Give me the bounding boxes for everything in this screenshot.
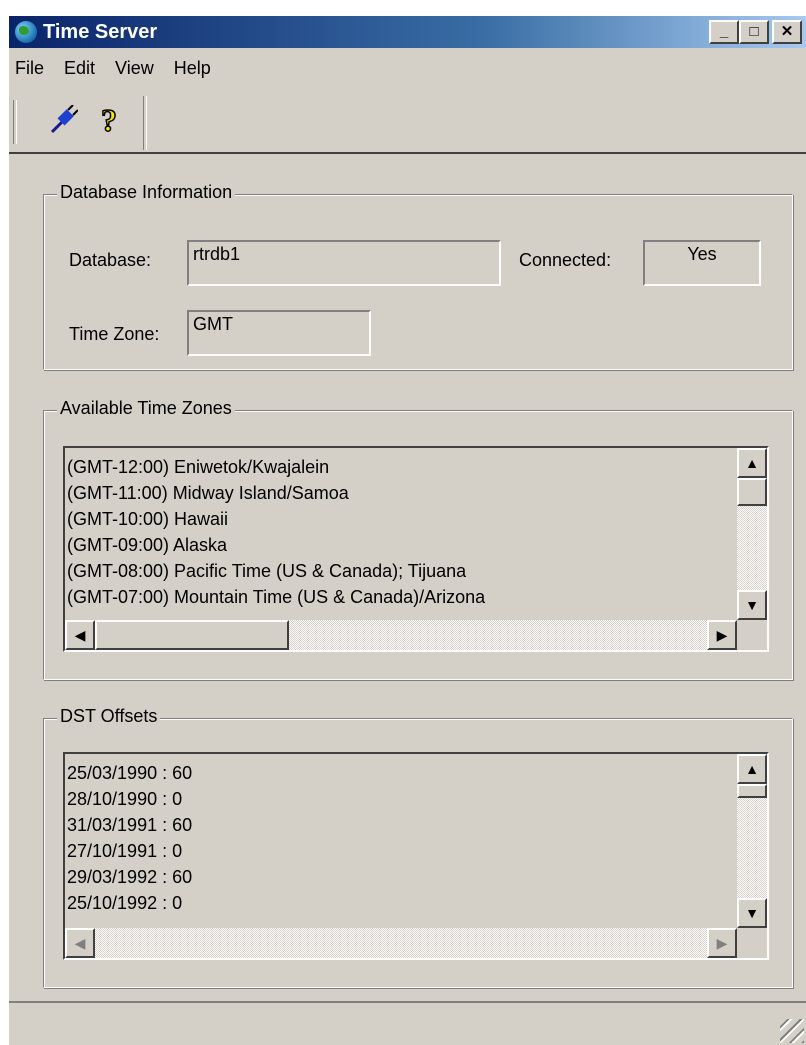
- list-item[interactable]: 27/10/1991 : 0: [67, 838, 192, 864]
- list-item[interactable]: 25/03/1990 : 60: [67, 760, 192, 786]
- scroll-thumb[interactable]: [737, 478, 767, 506]
- scroll-down-button[interactable]: ▼: [737, 590, 767, 620]
- list-item[interactable]: 28/10/1990 : 0: [67, 786, 192, 812]
- client-area: Database Information Database: rtrdb1 Co…: [9, 156, 806, 1045]
- dst-offsets-rows: 25/03/1990 : 60 28/10/1990 : 0 31/03/199…: [67, 760, 192, 916]
- dst-offsets-list[interactable]: 25/03/1990 : 60 28/10/1990 : 0 31/03/199…: [63, 752, 769, 960]
- menu-edit[interactable]: Edit: [58, 58, 103, 79]
- database-label: Database:: [69, 250, 152, 270]
- help-question-icon[interactable]: ?: [89, 100, 129, 140]
- list-item[interactable]: (GMT-12:00) Eniwetok/Kwajalein: [67, 454, 485, 480]
- dst-offsets-vscroll[interactable]: ▲ ▼: [737, 754, 767, 928]
- title-bar[interactable]: Time Server _ □ ✕: [9, 16, 806, 48]
- toolbar-separator: [143, 96, 147, 150]
- timezone-field[interactable]: [187, 310, 371, 356]
- window-title: Time Server: [43, 20, 158, 43]
- globe-icon: [15, 21, 37, 43]
- svg-text:?: ?: [101, 103, 117, 137]
- list-item[interactable]: 29/03/1992 : 60: [67, 864, 192, 890]
- scroll-right-button[interactable]: ▶: [707, 928, 737, 958]
- caption-buttons: _ □ ✕: [709, 20, 802, 44]
- scroll-thumb[interactable]: [737, 784, 767, 798]
- scroll-left-button[interactable]: ◀: [65, 620, 95, 650]
- toolbar-grip[interactable]: [13, 100, 17, 144]
- database-value: rtrdb1: [193, 244, 241, 264]
- time-zones-label: Available Time Zones: [57, 398, 235, 419]
- scroll-corner: [737, 928, 767, 958]
- minimize-button[interactable]: _: [709, 20, 739, 44]
- status-bar: [9, 1001, 806, 1045]
- scroll-corner: [737, 620, 767, 650]
- scroll-up-button[interactable]: ▲: [737, 448, 767, 478]
- toolbar: ?: [9, 90, 806, 154]
- list-item[interactable]: (GMT-08:00) Pacific Time (US & Canada); …: [67, 558, 485, 584]
- time-zones-vscroll[interactable]: ▲ ▼: [737, 448, 767, 620]
- scroll-down-button[interactable]: ▼: [737, 898, 767, 928]
- list-item[interactable]: (GMT-11:00) Midway Island/Samoa: [67, 480, 485, 506]
- time-zones-hscroll[interactable]: ◀ ▶: [65, 620, 737, 650]
- menu-file[interactable]: File: [9, 58, 52, 79]
- maximize-button[interactable]: □: [739, 20, 769, 44]
- list-item[interactable]: 31/03/1991 : 60: [67, 812, 192, 838]
- connected-label: Connected:: [519, 250, 612, 270]
- database-info-label: Database Information: [57, 182, 236, 203]
- list-item[interactable]: (GMT-07:00) Mountain Time (US & Canada)/…: [67, 584, 485, 610]
- scroll-up-button[interactable]: ▲: [737, 754, 767, 784]
- menu-help[interactable]: Help: [168, 58, 219, 79]
- app-window: Time Server _ □ ✕ File Edit View Help ?: [7, 14, 806, 1045]
- time-zones-rows: (GMT-12:00) Eniwetok/Kwajalein (GMT-11:0…: [67, 454, 485, 610]
- menu-view[interactable]: View: [109, 58, 162, 79]
- menu-bar: File Edit View Help: [9, 50, 806, 86]
- connect-plug-icon[interactable]: [43, 100, 83, 140]
- list-item[interactable]: (GMT-09:00) Alaska: [67, 532, 485, 558]
- time-zones-list[interactable]: (GMT-12:00) Eniwetok/Kwajalein (GMT-11:0…: [63, 446, 769, 652]
- database-field: rtrdb1: [187, 240, 501, 286]
- connected-value: Yes: [687, 244, 717, 264]
- scroll-thumb[interactable]: [95, 620, 289, 650]
- dst-offsets-hscroll[interactable]: ◀ ▶: [65, 928, 737, 958]
- list-item[interactable]: (GMT-10:00) Hawaii: [67, 506, 485, 532]
- close-button[interactable]: ✕: [772, 20, 802, 44]
- scroll-right-button[interactable]: ▶: [707, 620, 737, 650]
- scroll-left-button[interactable]: ◀: [65, 928, 95, 958]
- list-item[interactable]: 25/10/1992 : 0: [67, 890, 192, 916]
- timezone-label: Time Zone:: [69, 324, 160, 344]
- dst-offsets-label: DST Offsets: [57, 706, 161, 727]
- connected-field: Yes: [643, 240, 761, 286]
- resize-grip-icon[interactable]: [780, 1019, 804, 1043]
- timezone-input[interactable]: [193, 314, 365, 335]
